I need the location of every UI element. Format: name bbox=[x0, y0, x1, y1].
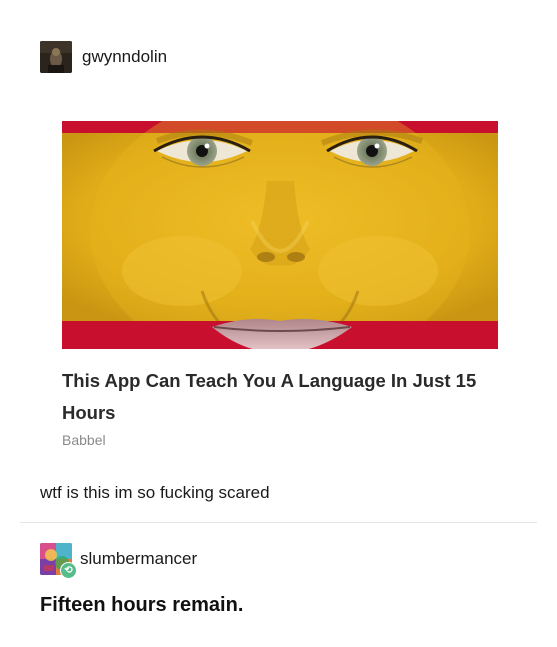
author-username[interactable]: gwynndolin bbox=[82, 47, 167, 67]
spain-flag-face-image bbox=[62, 121, 498, 349]
reply-text: Fifteen hours remain. bbox=[40, 594, 244, 616]
post-caption: wtf is this im so fucking scared bbox=[40, 483, 270, 502]
reply-avatar-container[interactable]: ⟲ bbox=[40, 543, 77, 579]
ad-source: Babbel bbox=[62, 432, 106, 448]
author-avatar[interactable] bbox=[40, 41, 72, 73]
avatar-image bbox=[40, 41, 72, 73]
reply-username[interactable]: slumbermancer bbox=[80, 549, 197, 569]
ad-headline[interactable]: This App Can Teach You A Language In Jus… bbox=[62, 365, 512, 429]
ad-image[interactable] bbox=[62, 121, 498, 349]
reblog-icon: ⟲ bbox=[60, 562, 77, 579]
post-header: gwynndolin bbox=[40, 40, 167, 74]
reply-header: ⟲ slumbermancer bbox=[40, 542, 197, 579]
post-divider bbox=[20, 522, 537, 523]
